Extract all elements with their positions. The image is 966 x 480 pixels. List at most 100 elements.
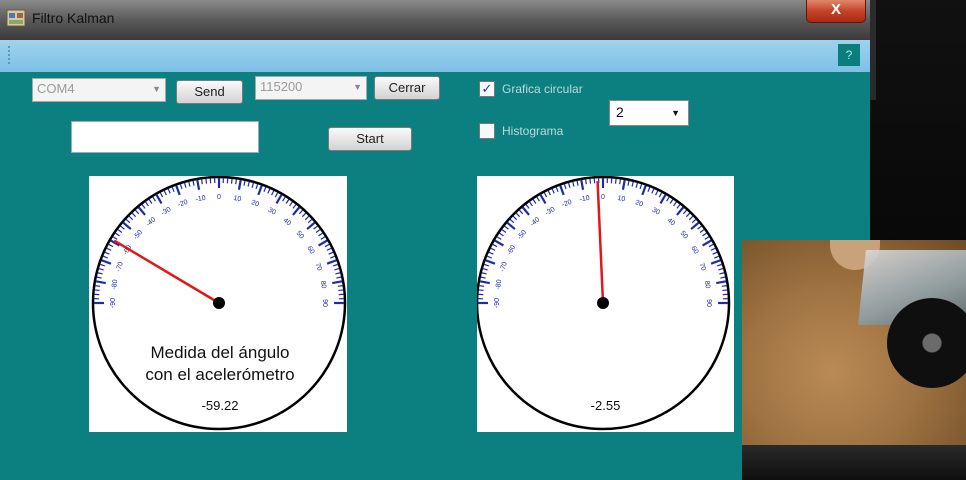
count-dropdown-value: 2 (616, 104, 624, 120)
gauge-tick (685, 212, 691, 218)
data-text-input[interactable] (71, 121, 259, 153)
gauge-tick (282, 196, 286, 202)
send-button[interactable]: Send (176, 80, 243, 104)
histograma-checkbox[interactable] (479, 123, 495, 139)
gauge-tick (479, 280, 490, 285)
gauge-tick (95, 280, 106, 285)
gauge-tick (631, 181, 634, 187)
gauge-tick (230, 178, 233, 184)
gauge-tick (614, 178, 617, 184)
gauge-tick (292, 206, 301, 216)
gauge-tick (320, 236, 326, 240)
gauge-tick-label: 70 (698, 262, 707, 272)
gauge-tick (580, 179, 585, 190)
gauge-tick (481, 272, 487, 275)
gauge-tick-label: -30 (160, 206, 172, 217)
gauge-tick (271, 190, 275, 196)
camera-bottom-strip (742, 445, 966, 480)
gauge-tick (192, 180, 195, 186)
gauge-tick-label: -70 (115, 261, 125, 273)
gauge-tick (720, 276, 726, 279)
gauge-tick-label: 50 (295, 230, 305, 241)
gauge-tick (480, 276, 486, 279)
gauge-tick (496, 236, 502, 240)
gauge-tick (99, 263, 106, 267)
background-scrollbar (870, 0, 876, 100)
gauge-tick-label: -80 (111, 279, 120, 290)
gauge-tick (128, 215, 134, 221)
gauge-tick (682, 209, 688, 215)
gauge-tick (539, 194, 547, 204)
gauge-tick (112, 236, 118, 240)
gauge-tick (159, 192, 164, 198)
camera-wheel (887, 298, 966, 388)
gauge-tick (506, 221, 516, 230)
count-dropdown[interactable]: 2 ▼ (609, 100, 689, 126)
gauge-tick (201, 179, 203, 185)
gauge-tick (543, 192, 548, 198)
gauge-tick (289, 201, 293, 207)
port-combobox-value: COM4 (37, 81, 75, 96)
app-icon (6, 9, 26, 27)
accelerometer-gauge-panel: -90 -80 -70 -60 -50 -40 -30 -20 -10 0 10 20 30 40 50 60… (89, 176, 347, 432)
gauge-tick-label: 0 (601, 194, 605, 201)
start-button[interactable]: Start (328, 127, 412, 151)
gauge-tick-label: 30 (267, 207, 277, 217)
gauge-tick (658, 192, 663, 198)
port-combobox[interactable]: COM4 ▼ (32, 78, 166, 102)
gauge-tick-label: 90 (321, 299, 328, 307)
gauge-tick (306, 221, 316, 230)
gauge-tick (267, 188, 271, 194)
gauge-tick (328, 251, 334, 255)
gauge-value: -2.55 (590, 398, 621, 413)
gauge-tick (122, 221, 132, 230)
kalman-gauge-panel: -90 -80 -70 -60 -50 -40 -30 -20 -10 0 10 20 30 40 50 60… (477, 176, 734, 432)
gauge-tick-label: -90 (494, 298, 501, 308)
gauge-tick (95, 285, 101, 287)
gauge-tick (655, 190, 659, 196)
gauge-tick (716, 263, 723, 267)
gauge-tick (627, 180, 630, 186)
gauge-tick (141, 204, 146, 209)
gauge-tick (152, 196, 156, 202)
cerrar-button[interactable]: Cerrar (374, 76, 440, 100)
gauge-needle (113, 239, 220, 305)
histograma-label: Histograma (502, 124, 564, 138)
gauge-tick (251, 182, 255, 188)
gauge-tick (635, 182, 639, 188)
gauge-tick (716, 280, 727, 285)
gauge-tick (576, 180, 579, 186)
gauge-tick (131, 212, 137, 218)
gauge-tick (647, 186, 651, 192)
gauge-tick (559, 185, 565, 196)
gauge-tick (148, 199, 153, 204)
gauge-tick-label: 60 (305, 245, 315, 255)
gauge-tick (171, 186, 175, 192)
gauge-tick (641, 185, 647, 196)
gauge-tick-label: 60 (689, 245, 699, 255)
gauge-tick (589, 178, 592, 184)
gauge-tick-label: -50 (516, 229, 528, 241)
gauge-tick-label: 80 (319, 280, 327, 289)
gauge-value: -59.22 (201, 398, 239, 413)
gauge-tick (175, 185, 181, 196)
gauge-tick (115, 232, 120, 237)
chevron-down-icon: ▼ (671, 108, 680, 118)
gauge-tick (525, 204, 530, 209)
gauge-tick (324, 243, 330, 248)
gauge-pivot (213, 297, 225, 309)
gauge-tick (719, 272, 725, 275)
baud-combobox[interactable]: 115200 ▼ (255, 76, 367, 100)
main-window: Filtro Kalman X ? COM4 ▼ Send 115200 ▼ C… (0, 0, 870, 480)
help-button[interactable]: ? (838, 44, 860, 66)
gauge-tick-label: -70 (499, 261, 509, 273)
gauge-tick (708, 243, 714, 248)
gauge-tick (547, 190, 551, 196)
chevron-down-icon: ▼ (353, 82, 362, 92)
grafica-circular-checkbox[interactable]: ✓ (479, 81, 495, 97)
gauge-tick-label: -60 (506, 244, 517, 256)
gauge-pivot (597, 297, 609, 309)
grafica-circular-label: Grafica circular (502, 82, 583, 96)
gauge-tick (330, 255, 336, 259)
close-window-button[interactable]: X (806, 0, 866, 23)
